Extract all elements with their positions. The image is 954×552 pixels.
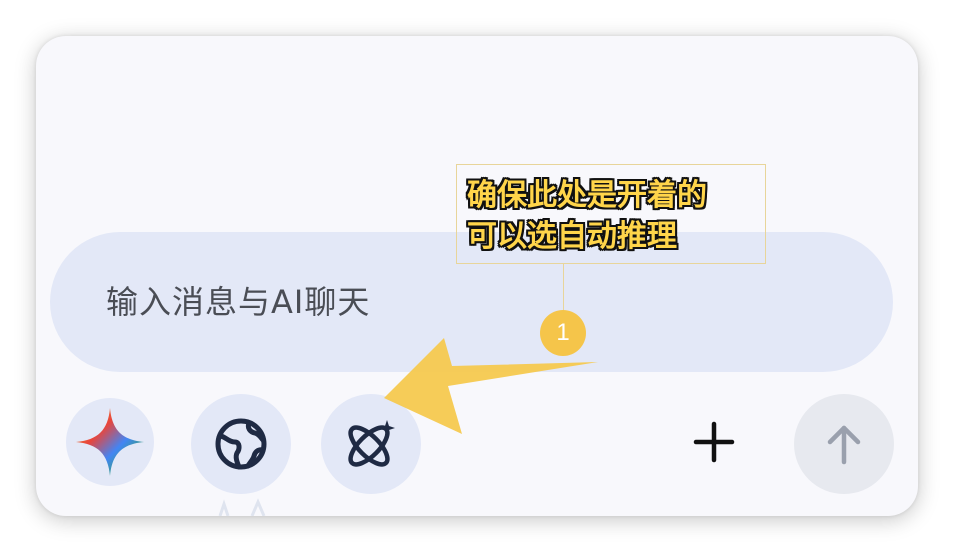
- annotation-box: 确保此处是开着的 可以选自动推理: [456, 164, 766, 264]
- globe-icon: [215, 418, 267, 470]
- attach-button[interactable]: [688, 416, 740, 468]
- faint-decoration: [218, 498, 266, 516]
- send-button[interactable]: [794, 394, 894, 494]
- annotation-line-2: 可以选自动推理: [467, 219, 677, 254]
- message-input-placeholder: 输入消息与AI聊天: [106, 283, 371, 321]
- sparkle-icon: [76, 408, 144, 476]
- annotation-line-1: 确保此处是开着的: [467, 178, 707, 213]
- annotation-connector: [563, 264, 564, 312]
- page: 输入消息与AI聊天 确保此处是开着的 可以选自动推理 1: [0, 0, 954, 552]
- plus-icon: [693, 421, 735, 463]
- arrow-up-icon: [827, 425, 861, 465]
- model-select-button[interactable]: [66, 398, 154, 486]
- chat-composer-card: 输入消息与AI聊天: [36, 36, 918, 516]
- web-search-button[interactable]: [191, 394, 291, 494]
- reasoning-button[interactable]: [321, 394, 421, 494]
- annotation-badge: 1: [540, 310, 586, 356]
- atom-icon: [348, 420, 395, 467]
